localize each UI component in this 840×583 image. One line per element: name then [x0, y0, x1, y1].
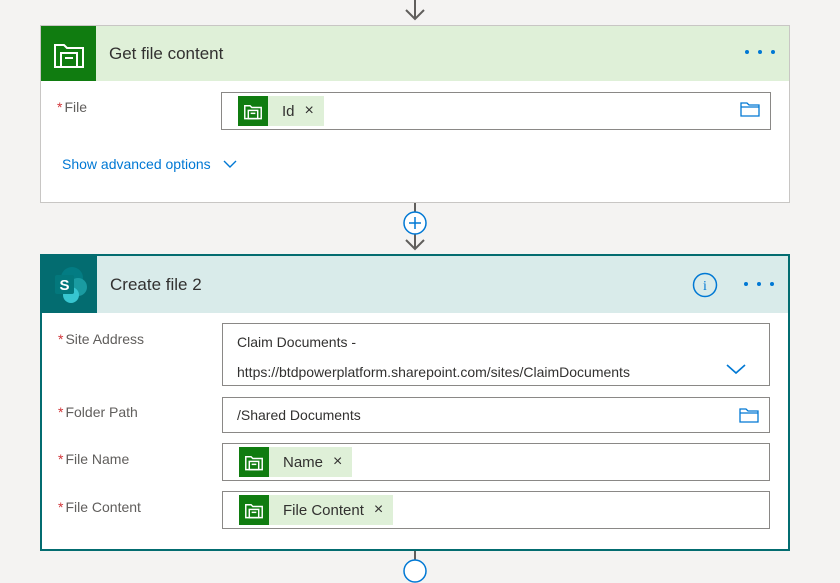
- file-cabinet-icon: [238, 96, 268, 126]
- file-content-label: * File Content: [58, 499, 141, 515]
- show-advanced-options-link[interactable]: Show advanced options: [62, 156, 238, 172]
- get-file-content-card: Get file content * File Id × Show advance…: [40, 25, 790, 203]
- advanced-options-label: Show advanced options: [62, 156, 211, 172]
- card-title: Get file content: [109, 43, 224, 63]
- chevron-down-icon: [223, 160, 237, 168]
- token-label: Name: [283, 453, 324, 471]
- arrow-down-icon: [405, 9, 425, 21]
- remove-token-button[interactable]: ×: [374, 501, 383, 519]
- create-file-header[interactable]: S Create file 2 i: [42, 256, 788, 313]
- more-options-icon[interactable]: [745, 42, 775, 62]
- plus-circle-icon[interactable]: [403, 211, 427, 235]
- folder-icon[interactable]: [739, 407, 759, 423]
- site-address-name: Claim Documents -: [237, 334, 357, 350]
- svg-text:i: i: [703, 279, 707, 294]
- sharepoint-logo-icon: S: [42, 256, 97, 313]
- plus-circle-icon[interactable]: [403, 559, 427, 583]
- token-label: Id: [282, 102, 295, 120]
- file-cabinet-icon: [239, 447, 269, 477]
- file-input[interactable]: Id ×: [221, 92, 771, 130]
- create-file-card: S Create file 2 i * Site Address Claim Do…: [40, 254, 790, 551]
- arrow-down-icon: [405, 239, 425, 251]
- get-file-content-header[interactable]: Get file content: [41, 26, 789, 81]
- more-options-icon[interactable]: [744, 274, 774, 294]
- name-token[interactable]: Name ×: [239, 447, 353, 477]
- remove-token-button[interactable]: ×: [305, 102, 314, 120]
- token-label: File Content: [283, 501, 364, 519]
- file-content-token[interactable]: File Content ×: [239, 495, 394, 525]
- folder-path-value: /Shared Documents: [237, 407, 361, 423]
- file-name-label: * File Name: [58, 451, 130, 467]
- folder-icon[interactable]: [740, 101, 760, 117]
- file-cabinet-icon: [41, 26, 96, 81]
- folder-path-label: * Folder Path: [58, 404, 138, 420]
- id-token[interactable]: Id ×: [238, 96, 324, 126]
- sharepoint-logo-letter: S: [59, 277, 69, 294]
- info-icon[interactable]: i: [692, 272, 718, 298]
- file-label: * File: [57, 99, 88, 115]
- file-name-input[interactable]: Name ×: [222, 443, 770, 481]
- site-address-label: * Site Address: [58, 331, 145, 347]
- folder-path-input[interactable]: /Shared Documents: [222, 397, 770, 433]
- site-address-select[interactable]: Claim Documents - https://btdpowerplatfo…: [222, 323, 770, 386]
- chevron-down-icon[interactable]: [725, 362, 747, 376]
- card-title: Create file 2: [110, 274, 202, 294]
- file-content-input[interactable]: File Content ×: [222, 491, 770, 529]
- file-cabinet-icon: [239, 495, 269, 525]
- site-address-url: https://btdpowerplatform.sharepoint.com/…: [237, 364, 630, 380]
- remove-token-button[interactable]: ×: [333, 453, 342, 471]
